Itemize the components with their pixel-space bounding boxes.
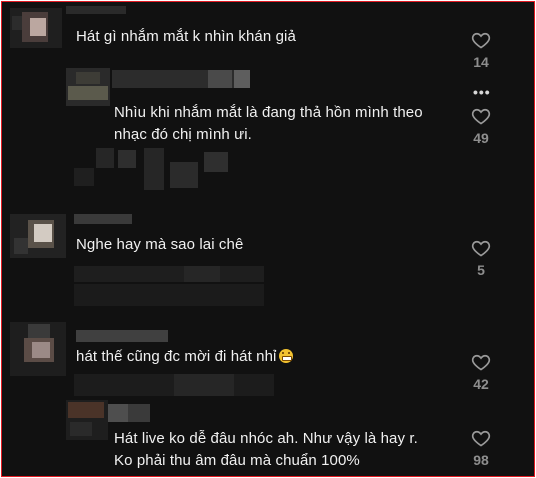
like-count: 5	[477, 262, 485, 278]
comment-screenshot-frame: Hát gì nhắm mắt k nhìn khán giả 14 ••• N…	[1, 1, 535, 477]
reply-text: Nhìu khi nhắm mắt là đang thả hồn mình t…	[114, 104, 423, 143]
view-replies-blurred[interactable]	[74, 374, 274, 396]
avatar[interactable]	[10, 8, 62, 48]
like-count: 98	[473, 452, 489, 468]
avatar[interactable]	[66, 68, 110, 106]
reply-text: Hát live ko dễ đâu nhóc ah. Như vậy là h…	[114, 430, 418, 469]
heart-icon[interactable]	[471, 428, 491, 448]
comment-text: Nghe hay mà sao lai chê	[76, 236, 244, 253]
username-blurred[interactable]	[76, 330, 168, 342]
avatar[interactable]	[10, 214, 66, 258]
avatar[interactable]	[10, 322, 66, 376]
username-blurred[interactable]	[74, 214, 132, 224]
grinning-emoji-icon	[279, 349, 294, 363]
avatar[interactable]	[66, 400, 108, 440]
username-blurred[interactable]	[66, 6, 126, 14]
heart-icon[interactable]	[471, 106, 491, 126]
view-replies-blurred[interactable]	[74, 148, 314, 192]
username-blurred[interactable]	[112, 70, 250, 88]
like-count: 49	[473, 130, 489, 146]
heart-icon[interactable]	[471, 238, 491, 258]
heart-icon[interactable]	[471, 352, 491, 372]
comment-text: hát thế cũng đc mời đi hát nhỉ	[76, 346, 294, 368]
username-blurred[interactable]	[108, 404, 150, 422]
heart-icon[interactable]	[471, 30, 491, 50]
more-options-icon[interactable]: •••	[473, 84, 491, 100]
like-count: 14	[473, 54, 489, 70]
view-replies-blurred[interactable]	[74, 266, 264, 306]
like-count: 42	[473, 376, 489, 392]
comment-text: Hát gì nhắm mắt k nhìn khán giả	[76, 28, 296, 45]
